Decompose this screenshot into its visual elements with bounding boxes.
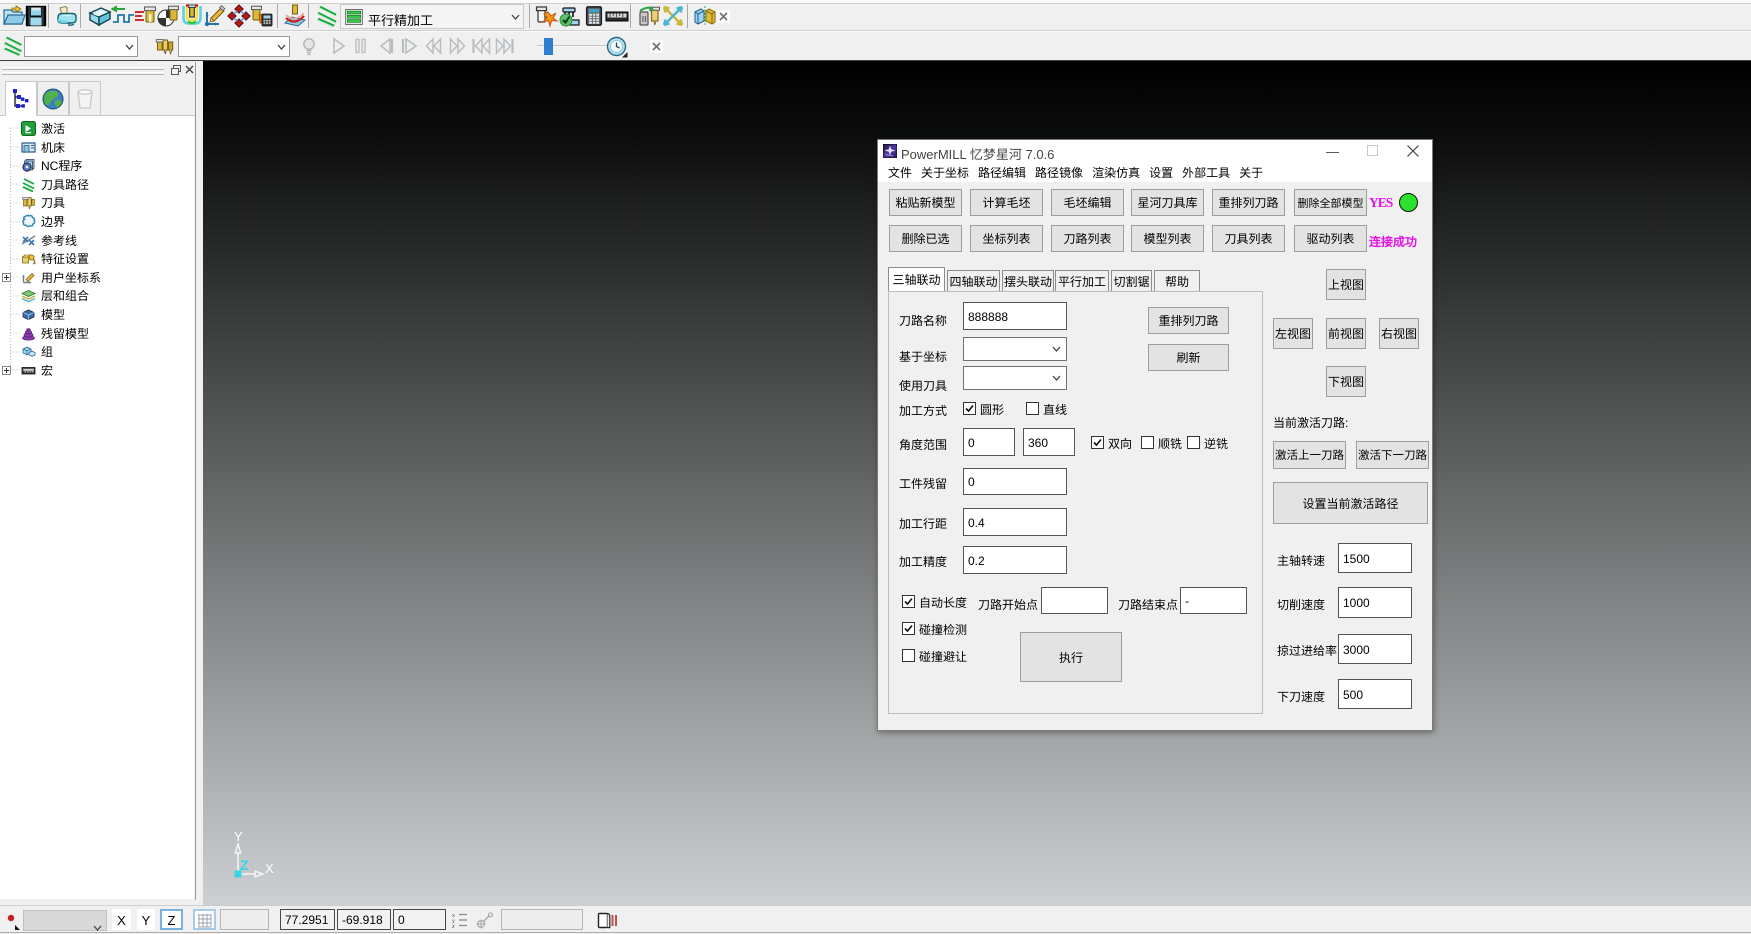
svg-text:z: z	[452, 924, 455, 929]
svg-text:Y: Y	[234, 830, 243, 844]
svg-text:X: X	[265, 861, 274, 876]
